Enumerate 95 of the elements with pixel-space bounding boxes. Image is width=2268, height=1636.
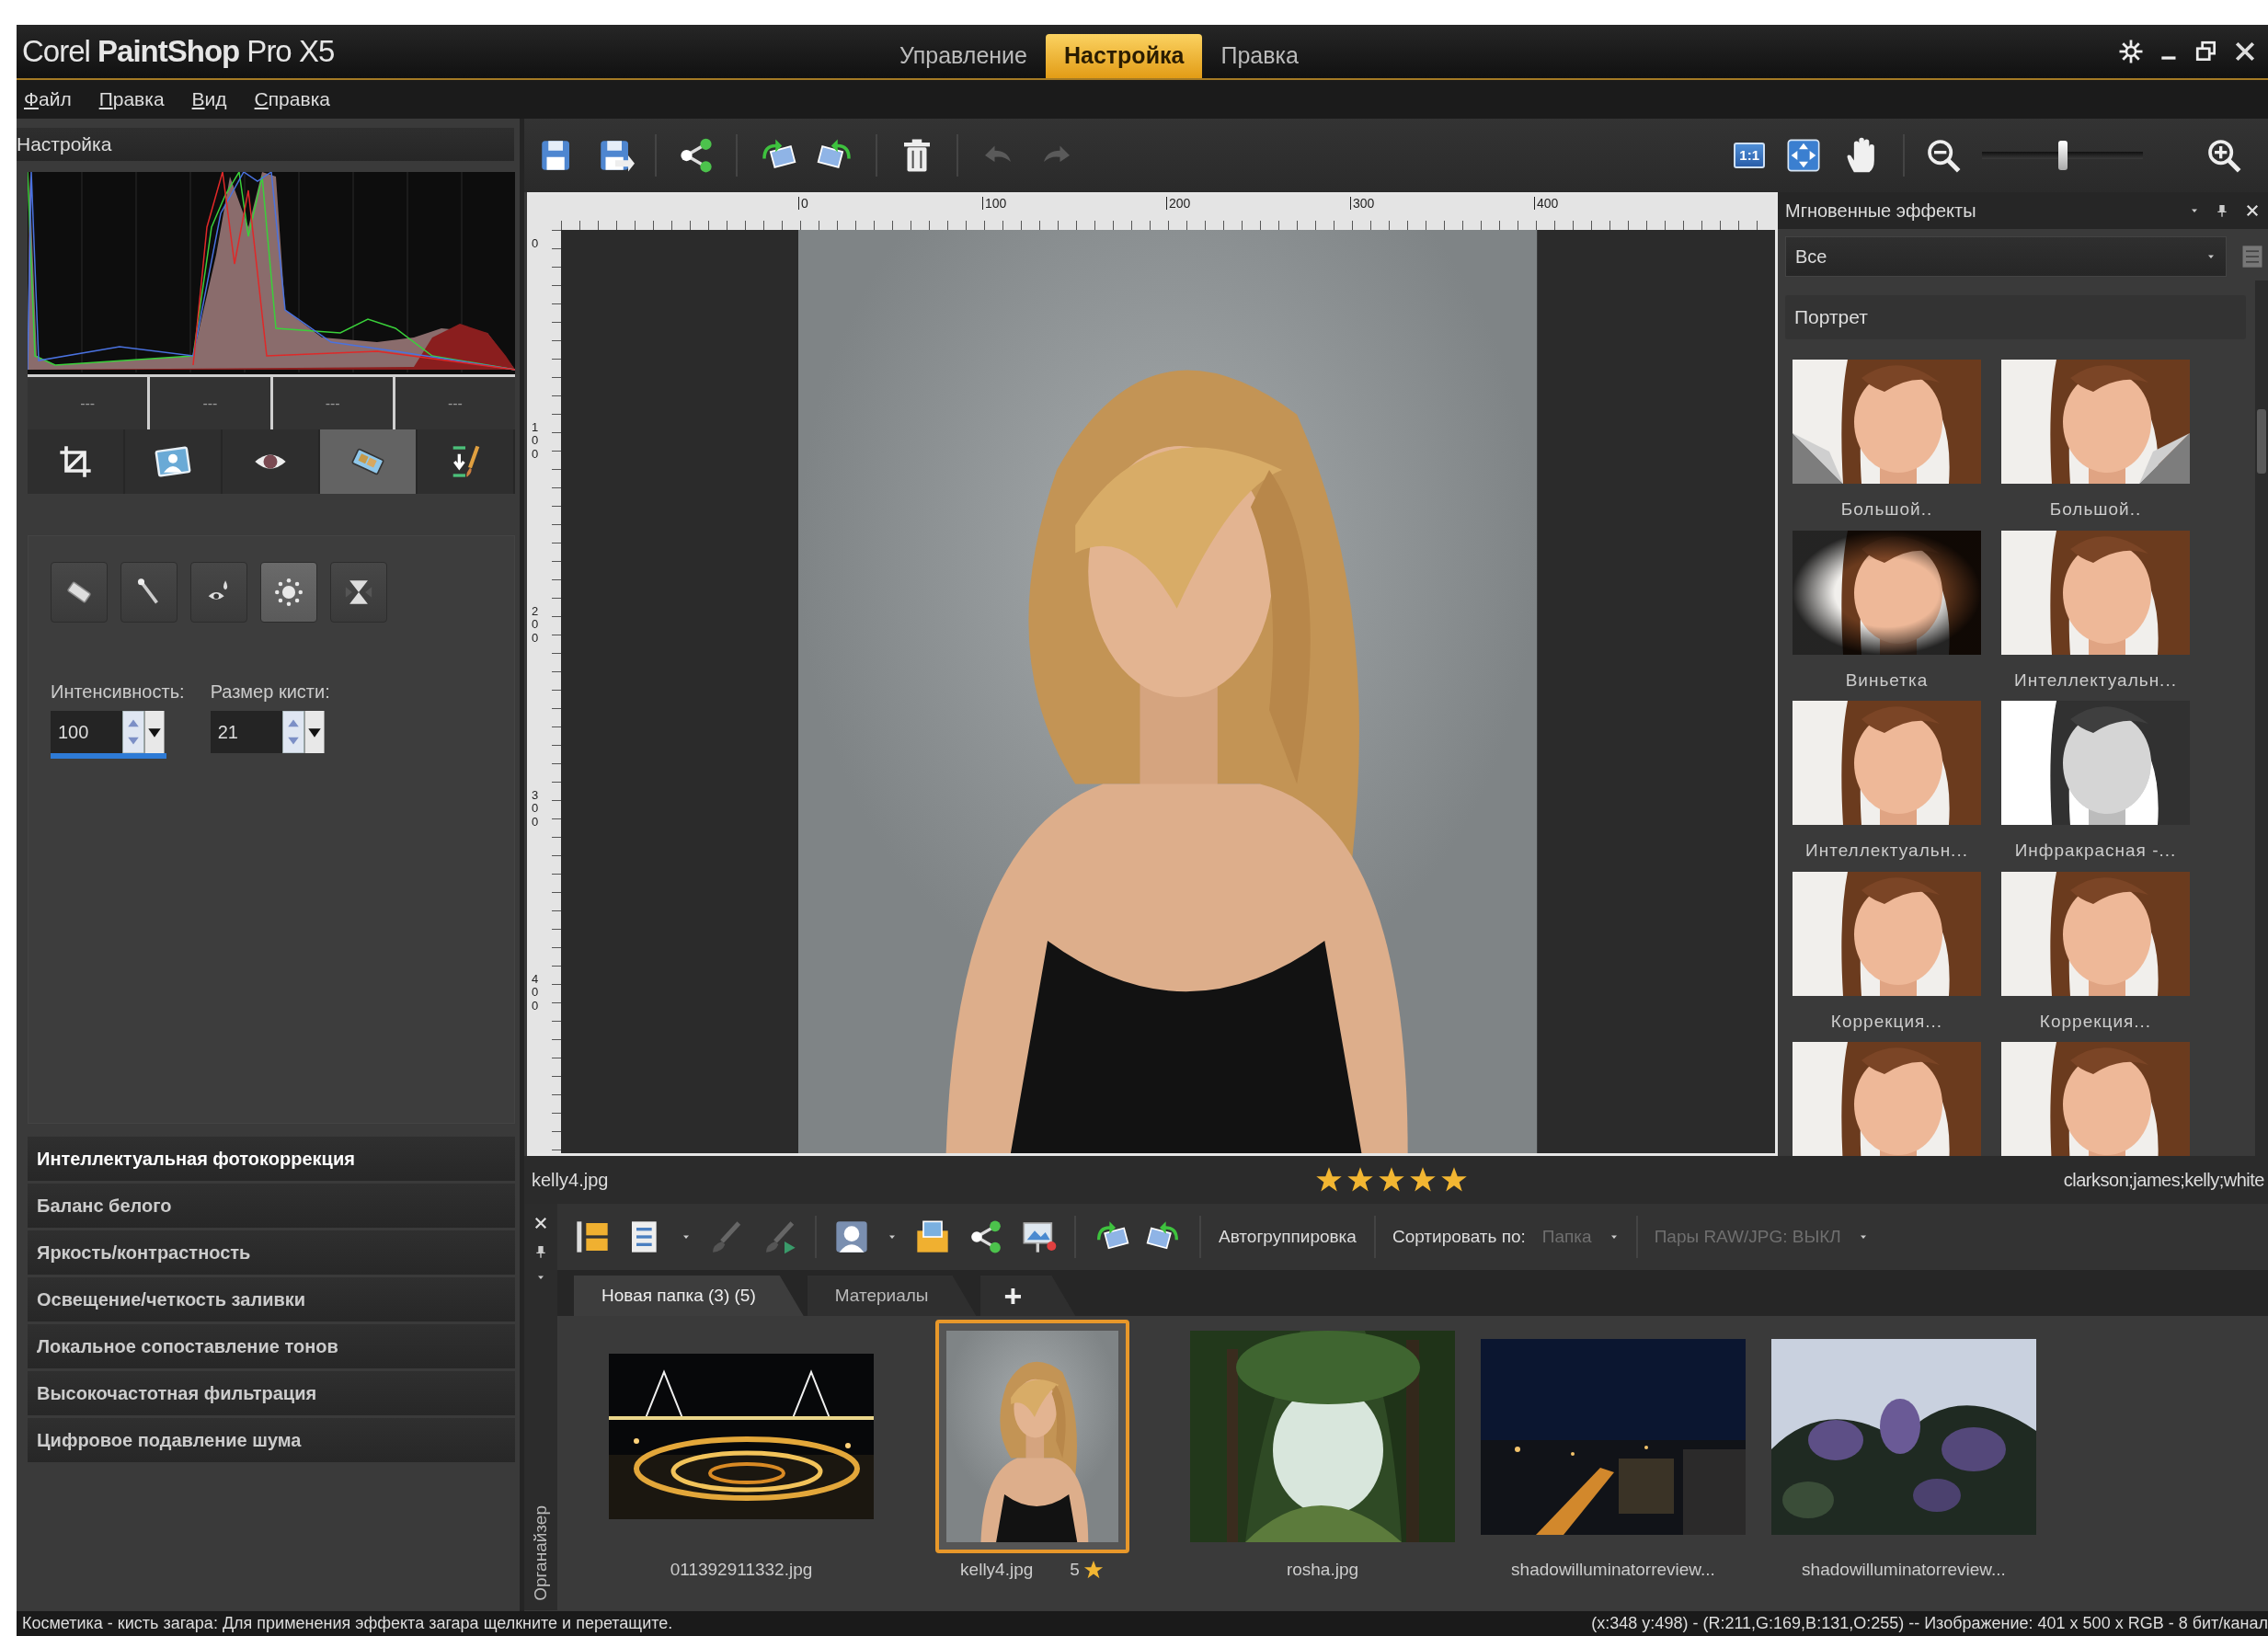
- brush-mode-button[interactable]: [260, 562, 317, 623]
- category-header[interactable]: Портрет: [1794, 303, 1868, 332]
- status-hint: Косметика - кисть загара: Для применения эффекта загара щелкните и перетащите.: [22, 1613, 673, 1634]
- brush-mode-button[interactable]: [330, 562, 387, 623]
- panel-title: Настройка: [17, 132, 112, 157]
- actual-size-button[interactable]: 1:1: [1734, 143, 1765, 168]
- filter-dropdown[interactable]: Все: [1785, 236, 2227, 277]
- close-icon[interactable]: [2244, 202, 2261, 219]
- brush-size-field[interactable]: 21: [210, 711, 282, 753]
- close-icon[interactable]: [533, 1215, 549, 1231]
- star-icon[interactable]: [1378, 1166, 1405, 1194]
- effect-label: Коррекция...: [1829, 1010, 1944, 1033]
- menu-item[interactable]: Правка: [98, 85, 165, 114]
- histogram-readout: ---: [447, 394, 463, 413]
- menu-item[interactable]: Справка: [254, 85, 330, 114]
- ruler-label: 300: [532, 789, 539, 829]
- mode-tab[interactable]: Управление: [881, 34, 1046, 78]
- tool-button[interactable]: [320, 429, 418, 494]
- fit-icon[interactable]: [1785, 137, 1822, 174]
- histogram-readout: ---: [325, 394, 340, 413]
- organizer-title: Органайзер: [529, 1505, 551, 1601]
- scrollbar-thumb[interactable]: [2257, 409, 2266, 474]
- folder-tree-icon[interactable]: [574, 1218, 611, 1255]
- effect-label: Интеллектуальн...: [2013, 669, 2178, 692]
- autogroup-button[interactable]: Автогруппировка: [1218, 1222, 1357, 1252]
- dropdown-button[interactable]: [144, 711, 165, 753]
- correction-item[interactable]: Локальное сопоставление тонов: [28, 1324, 515, 1368]
- person-icon[interactable]: [833, 1218, 870, 1255]
- star-icon[interactable]: [1315, 1166, 1343, 1194]
- ruler-label: 400: [532, 973, 539, 1012]
- zoom-out-icon[interactable]: [1925, 137, 1962, 174]
- crop-icon[interactable]: [57, 443, 94, 480]
- zoom-in-icon[interactable]: [2205, 137, 2242, 174]
- pin-icon[interactable]: [2215, 203, 2229, 218]
- menu-item[interactable]: Вид: [191, 85, 227, 114]
- ruler-label: 100: [982, 197, 1007, 210]
- thumbnail-label: shadowilluminatorreview...: [1511, 1559, 1715, 1581]
- effect-label: Интеллектуальн...: [1804, 840, 1969, 862]
- scrollbar[interactable]: [2255, 280, 2268, 1156]
- ruler-label: 100: [532, 421, 539, 461]
- star-icon: [1082, 1560, 1104, 1581]
- menu-item[interactable]: Файл: [24, 85, 72, 114]
- field-label: Интенсивность:: [51, 681, 185, 702]
- star-icon[interactable]: [1409, 1166, 1437, 1194]
- effect-label: Виньетка: [1844, 669, 1930, 692]
- effect-label: Большой..: [1839, 498, 1934, 521]
- dropdown-button[interactable]: [304, 711, 325, 753]
- ruler-label: 0: [798, 197, 808, 210]
- intensity-field[interactable]: 100: [51, 711, 122, 753]
- ruler-label: 400: [1534, 197, 1559, 210]
- correction-item[interactable]: Освещение/четкость заливки: [28, 1277, 515, 1321]
- effect-label: Коррекция...: [2038, 1010, 2153, 1033]
- settings-icon[interactable]: [2117, 38, 2145, 65]
- intensity-slider[interactable]: [51, 753, 166, 759]
- histogram-readout: ---: [202, 394, 218, 413]
- mode-tab[interactable]: Правка: [1202, 34, 1317, 78]
- status-info: (x:348 y:498) - (R:211,G:169,B:131,O:255) -- Изображение: 401 x 500 x RGB - 8 бит/канал: [1591, 1613, 2268, 1634]
- file-name: kelly4.jpg: [532, 1169, 609, 1192]
- slider-thumb[interactable]: [2057, 141, 2068, 170]
- folder-tab[interactable]: Новая папка (3) (5): [574, 1276, 804, 1316]
- effect-label: Большой..: [2048, 498, 2143, 521]
- star-icon[interactable]: [1440, 1166, 1468, 1194]
- add-tab-button[interactable]: +: [979, 1276, 1076, 1316]
- rating-value: 5: [1070, 1559, 1080, 1581]
- correction-item[interactable]: Яркость/контрастность: [28, 1230, 515, 1275]
- pin-icon[interactable]: [533, 1244, 548, 1259]
- field-label: Размер кисти:: [210, 681, 330, 702]
- ruler-label: 200: [532, 605, 539, 645]
- correction-item[interactable]: Баланс белого: [28, 1184, 515, 1228]
- ruler-label: 300: [1350, 197, 1375, 210]
- mode-tab[interactable]: Настройка: [1046, 34, 1203, 78]
- thumbnail-label: rosha.jpg: [1286, 1559, 1359, 1581]
- thumbnail-frame[interactable]: [934, 1320, 1129, 1553]
- panel-title: Мгновенные эффекты: [1785, 200, 1976, 223]
- thumbnail-label: shadowilluminatorreview...: [1802, 1559, 2006, 1581]
- brush-mode-button[interactable]: [190, 562, 247, 623]
- brush-mode-button[interactable]: [51, 562, 108, 623]
- thumbnail-label: kelly4.jpg: [960, 1559, 1034, 1581]
- thumbnail-label: 011392911332.jpg: [670, 1559, 813, 1581]
- correction-item[interactable]: Интеллектуальная фотокоррекция: [28, 1137, 515, 1181]
- image-tags: clarkson;james;kelly;white: [2063, 1166, 2268, 1194]
- ruler-label: 0: [532, 237, 539, 251]
- histogram-readout: ---: [80, 394, 96, 413]
- spin-button[interactable]: [281, 711, 304, 753]
- sort-label: Сортировать по:: [1392, 1225, 1526, 1248]
- correction-item[interactable]: Высокочастотная фильтрация: [28, 1371, 515, 1415]
- folder-tab[interactable]: Материалы: [807, 1276, 977, 1316]
- folder-image-icon[interactable]: [914, 1218, 951, 1255]
- ruler-label: 200: [1166, 197, 1191, 210]
- brush-mode-button[interactable]: [120, 562, 178, 623]
- app-title: Corel PaintShop Pro X5: [21, 33, 336, 71]
- effect-label: Инфракрасная -...: [2013, 840, 2178, 862]
- star-icon[interactable]: [1346, 1166, 1374, 1194]
- sun-icon[interactable]: [273, 577, 304, 608]
- correction-item[interactable]: Цифровое подавление шума: [28, 1418, 515, 1462]
